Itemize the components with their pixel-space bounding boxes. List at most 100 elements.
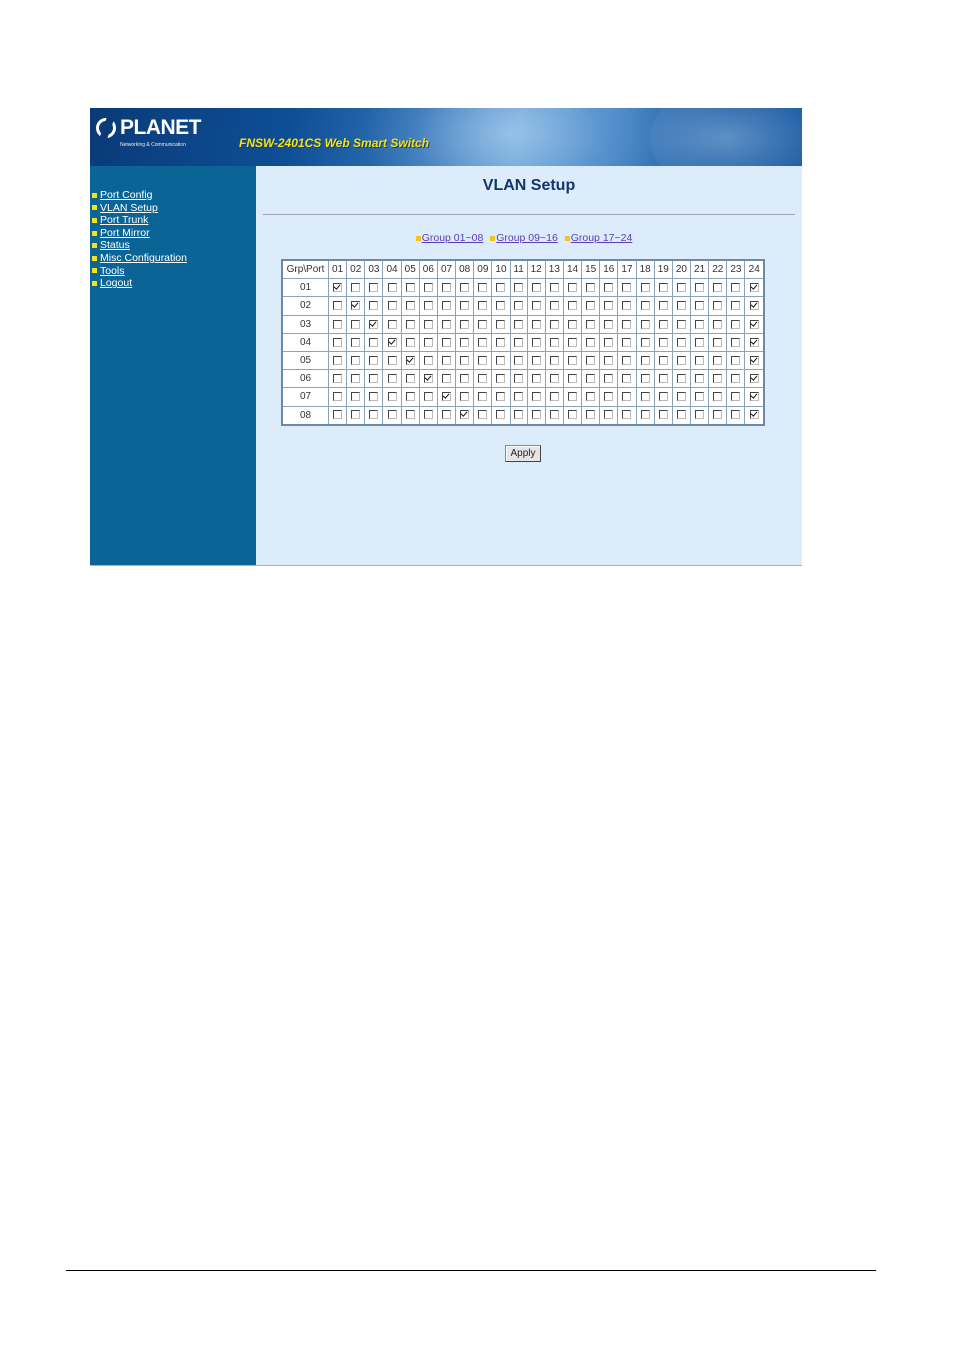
port-checkbox[interactable] [478, 319, 488, 329]
port-checkbox[interactable] [442, 337, 452, 347]
port-checkbox[interactable] [405, 319, 415, 329]
sidebar-link[interactable]: VLAN Setup [100, 202, 158, 214]
port-checkbox[interactable] [658, 337, 668, 347]
port-checkbox[interactable] [460, 392, 470, 402]
port-checkbox[interactable] [478, 337, 488, 347]
port-checkbox[interactable] [695, 392, 705, 402]
port-checkbox[interactable] [731, 374, 741, 384]
port-checkbox[interactable] [676, 374, 686, 384]
port-checkbox[interactable] [695, 374, 705, 384]
port-checkbox[interactable] [387, 355, 397, 365]
port-checkbox[interactable] [531, 337, 541, 347]
port-checkbox[interactable] [658, 283, 668, 293]
group-link-09-16[interactable]: Group 09~16 [490, 232, 558, 244]
sidebar-link[interactable]: Misc Configuration [100, 252, 187, 264]
group-link-label[interactable]: Group 01~08 [422, 232, 484, 244]
port-checkbox[interactable] [405, 301, 415, 311]
port-checkbox[interactable] [423, 410, 433, 420]
sidebar-item-status[interactable]: Status [92, 239, 187, 252]
port-checkbox[interactable] [731, 410, 741, 420]
port-checkbox[interactable] [496, 337, 506, 347]
port-checkbox[interactable] [514, 374, 524, 384]
port-checkbox[interactable] [496, 392, 506, 402]
port-checkbox[interactable] [586, 355, 596, 365]
port-checkbox[interactable] [442, 301, 452, 311]
port-checkbox[interactable] [333, 283, 343, 293]
sidebar-link[interactable]: Logout [100, 277, 132, 289]
port-checkbox[interactable] [695, 319, 705, 329]
port-checkbox[interactable] [478, 410, 488, 420]
port-checkbox[interactable] [333, 392, 343, 402]
port-checkbox[interactable] [496, 301, 506, 311]
port-checkbox[interactable] [604, 337, 614, 347]
port-checkbox[interactable] [586, 283, 596, 293]
port-checkbox[interactable] [460, 410, 470, 420]
port-checkbox[interactable] [749, 410, 759, 420]
port-checkbox[interactable] [405, 337, 415, 347]
port-checkbox[interactable] [423, 301, 433, 311]
port-checkbox[interactable] [713, 283, 723, 293]
sidebar-link[interactable]: Port Trunk [100, 214, 148, 226]
port-checkbox[interactable] [514, 355, 524, 365]
port-checkbox[interactable] [604, 392, 614, 402]
port-checkbox[interactable] [604, 374, 614, 384]
port-checkbox[interactable] [442, 283, 452, 293]
sidebar-link[interactable]: Status [100, 239, 130, 251]
port-checkbox[interactable] [405, 410, 415, 420]
port-checkbox[interactable] [713, 374, 723, 384]
port-checkbox[interactable] [460, 355, 470, 365]
port-checkbox[interactable] [496, 355, 506, 365]
port-checkbox[interactable] [496, 283, 506, 293]
port-checkbox[interactable] [442, 319, 452, 329]
port-checkbox[interactable] [695, 283, 705, 293]
port-checkbox[interactable] [731, 355, 741, 365]
port-checkbox[interactable] [731, 392, 741, 402]
port-checkbox[interactable] [423, 319, 433, 329]
port-checkbox[interactable] [531, 283, 541, 293]
port-checkbox[interactable] [640, 355, 650, 365]
port-checkbox[interactable] [676, 355, 686, 365]
port-checkbox[interactable] [460, 319, 470, 329]
port-checkbox[interactable] [549, 410, 559, 420]
sidebar-item-port-trunk[interactable]: Port Trunk [92, 214, 187, 227]
port-checkbox[interactable] [568, 301, 577, 311]
port-checkbox[interactable] [749, 355, 759, 365]
port-checkbox[interactable] [369, 337, 379, 347]
port-checkbox[interactable] [658, 374, 668, 384]
port-checkbox[interactable] [351, 337, 361, 347]
port-checkbox[interactable] [351, 319, 361, 329]
port-checkbox[interactable] [333, 337, 343, 347]
port-checkbox[interactable] [586, 392, 596, 402]
port-checkbox[interactable] [423, 283, 433, 293]
port-checkbox[interactable] [749, 392, 759, 402]
port-checkbox[interactable] [622, 392, 632, 402]
port-checkbox[interactable] [586, 301, 596, 311]
port-checkbox[interactable] [622, 283, 632, 293]
port-checkbox[interactable] [333, 319, 343, 329]
sidebar-item-misc-configuration[interactable]: Misc Configuration [92, 252, 187, 265]
port-checkbox[interactable] [568, 374, 577, 384]
port-checkbox[interactable] [731, 301, 741, 311]
port-checkbox[interactable] [622, 410, 632, 420]
port-checkbox[interactable] [676, 392, 686, 402]
port-checkbox[interactable] [713, 355, 723, 365]
group-link-label[interactable]: Group 17~24 [571, 232, 633, 244]
port-checkbox[interactable] [713, 410, 723, 420]
port-checkbox[interactable] [514, 410, 524, 420]
port-checkbox[interactable] [622, 337, 632, 347]
port-checkbox[interactable] [496, 374, 506, 384]
port-checkbox[interactable] [369, 374, 379, 384]
sidebar-link[interactable]: Port Mirror [100, 227, 150, 239]
port-checkbox[interactable] [514, 392, 524, 402]
port-checkbox[interactable] [713, 337, 723, 347]
port-checkbox[interactable] [586, 319, 596, 329]
port-checkbox[interactable] [351, 392, 361, 402]
port-checkbox[interactable] [351, 301, 361, 311]
port-checkbox[interactable] [333, 355, 343, 365]
port-checkbox[interactable] [749, 374, 759, 384]
port-checkbox[interactable] [549, 392, 559, 402]
port-checkbox[interactable] [478, 392, 488, 402]
port-checkbox[interactable] [676, 337, 686, 347]
port-checkbox[interactable] [496, 319, 506, 329]
port-checkbox[interactable] [351, 374, 361, 384]
